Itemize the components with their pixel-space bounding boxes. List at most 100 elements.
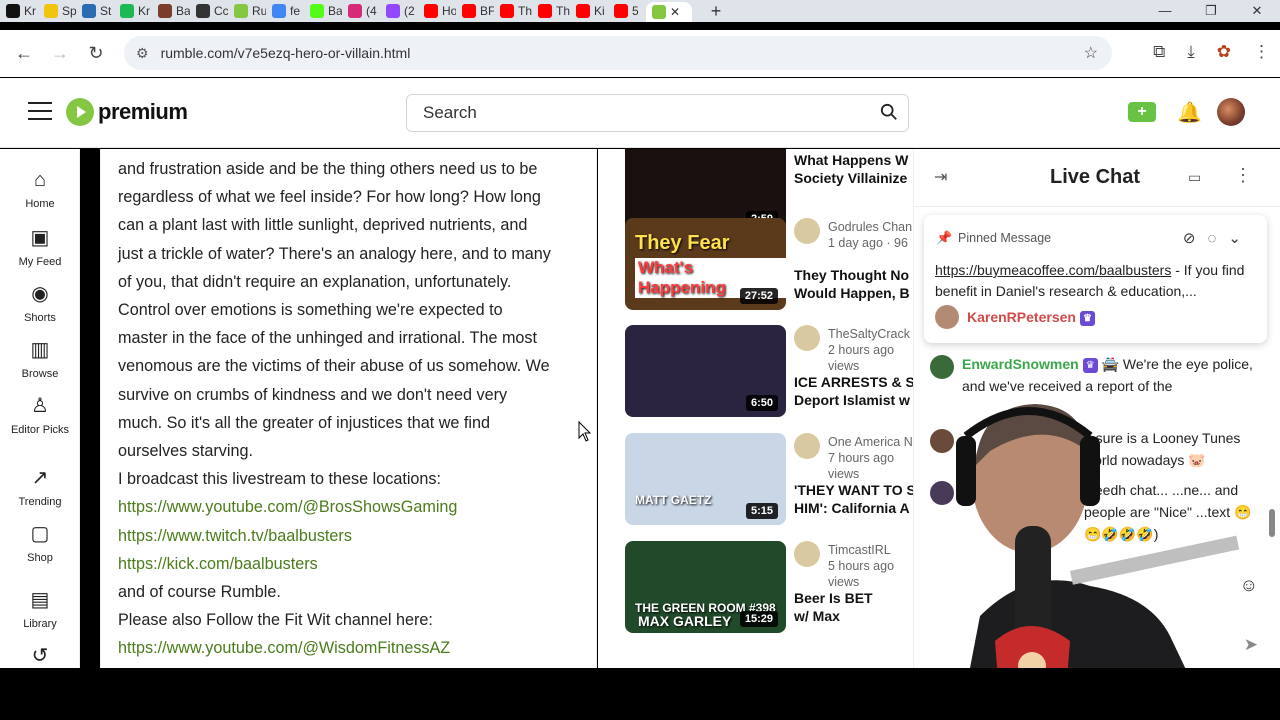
pinned-text: https://buymeacoffee.com/baalbusters - I… — [935, 260, 1255, 302]
new-tab-icon[interactable]: + — [702, 1, 730, 22]
sidebar-item-shop[interactable]: ▢ Shop — [0, 521, 80, 564]
video-thumbnail[interactable]: They Fear What's Happening 27:52 — [625, 218, 786, 310]
browser-tab[interactable]: Kr — [0, 0, 38, 22]
sidebar-item-library[interactable]: ▤ Library — [0, 587, 80, 630]
chat-username[interactable]: EnwardSnowmen — [962, 356, 1079, 372]
video-duration: 5:15 — [745, 503, 778, 519]
site-info-icon[interactable]: ⚙ — [136, 45, 149, 62]
address-bar: ← → ↻ ⚙ rumble.com/v7e5ezq-hero-or-villa… — [0, 30, 1280, 77]
youtube-icon — [538, 4, 552, 18]
google-icon — [272, 4, 286, 18]
extensions-icon[interactable]: ⧉ — [1153, 42, 1165, 62]
sidebar-item-shorts[interactable]: ◉ Shorts — [0, 281, 80, 324]
tab-label: Th — [518, 4, 532, 18]
browser-tab[interactable]: fe — [266, 0, 304, 22]
browser-tab[interactable]: Ho — [418, 0, 456, 22]
video-thumbnail[interactable]: THE GREEN ROOM #398 MAX GARLEY 15:29 — [625, 541, 786, 633]
search-input[interactable]: Search — [406, 94, 909, 132]
restore-icon[interactable]: ❐ — [1188, 0, 1234, 22]
bookmark-star-icon[interactable]: ☆ — [1084, 43, 1098, 63]
menu-dots-icon[interactable]: ⋮ — [1253, 42, 1270, 62]
video-thumbnail[interactable]: 6:50 — [625, 325, 786, 417]
browser-tab[interactable]: Sp — [38, 0, 76, 22]
forward-icon[interactable]: → — [42, 43, 78, 64]
video-title[interactable]: 'THEY WANT TO S HIM': California A — [794, 481, 913, 517]
related-video-card[interactable]: MATT GAETZ 5:15 One America N 7 hours ago… — [625, 433, 913, 525]
channel-name[interactable]: TimcastIRL — [828, 543, 891, 557]
sidebar-item-label: Trending — [18, 496, 62, 508]
minimize-icon[interactable]: — — [1142, 0, 1188, 22]
download-icon[interactable]: ⤓ — [1187, 42, 1195, 62]
library-icon: ▤ — [30, 589, 50, 611]
profile-ext-icon[interactable]: ✿ — [1217, 42, 1231, 62]
channel-name[interactable]: TheSaltyCrack — [828, 327, 910, 341]
browser-tab[interactable]: Cc — [190, 0, 228, 22]
reload-icon[interactable]: ↻ — [78, 43, 114, 64]
related-video-card[interactable]: 6:50 TheSaltyCrack 2 hours ago views ICE… — [625, 325, 913, 417]
sidebar-item-editor-picks[interactable]: ♙ Editor Picks — [0, 393, 80, 436]
video-title[interactable]: What Happens W Society Villainize — [794, 151, 908, 187]
back-icon[interactable]: ← — [6, 43, 42, 64]
hide-icon[interactable]: ◌ — [1208, 230, 1229, 247]
pinned-username[interactable]: KarenRPetersen ♛ — [967, 309, 1095, 326]
sidebar-item-home[interactable]: ⌂ Home — [0, 169, 80, 210]
follow-link[interactable]: https://www.youtube.com/@WisdomFitnessAZ — [118, 639, 450, 657]
description-link[interactable]: https://kick.com/baalbusters — [118, 555, 318, 573]
browser-tab[interactable]: Th — [494, 0, 532, 22]
search-icon[interactable] — [880, 103, 898, 121]
unpin-icon[interactable]: ⊘ — [1183, 230, 1208, 247]
video-title[interactable]: ICE ARRESTS & S Deport Islamist w — [794, 373, 913, 409]
pinned-link[interactable]: https://buymeacoffee.com/baalbusters — [935, 262, 1171, 278]
chat-view-toggle-icon[interactable]: ▭ — [1188, 169, 1201, 186]
description-link-line: https://www.youtube.com/@BrosShowsGaming — [118, 493, 588, 521]
description-link[interactable]: https://www.twitch.tv/baalbusters — [118, 527, 352, 545]
browser-tab[interactable]: Kr — [114, 0, 152, 22]
related-video-card[interactable]: THE GREEN ROOM #398 MAX GARLEY 15:29 Timca… — [625, 541, 913, 633]
channel-avatar[interactable] — [794, 218, 820, 244]
browser-tab[interactable]: (2 — [380, 0, 418, 22]
chat-scrollbar[interactable] — [1268, 209, 1276, 549]
video-title[interactable]: Beer Is BET w/ Max — [794, 589, 873, 625]
user-avatar[interactable] — [1217, 98, 1245, 126]
browser-tab[interactable]: St — [76, 0, 114, 22]
browser-tab[interactable]: 5 — [608, 0, 646, 22]
notifications-bell-icon[interactable]: 🔔 — [1177, 100, 1202, 125]
channel-name[interactable]: Godrules Chan — [828, 220, 912, 234]
browser-tab[interactable]: BF — [456, 0, 494, 22]
sidebar-item-trending[interactable]: ↗ Trending — [0, 465, 80, 508]
rumble-icon — [234, 4, 248, 18]
sidebar-item-browse[interactable]: ▥ Browse — [0, 337, 80, 380]
rumble-logo[interactable]: premium — [66, 98, 188, 126]
channel-avatar[interactable] — [794, 541, 820, 567]
sidebar-item-my-feed[interactable]: ▣ My Feed — [0, 225, 80, 268]
emoji-icon[interactable]: ☺ — [1240, 575, 1258, 596]
channel-avatar[interactable] — [794, 433, 820, 459]
hamburger-menu-icon[interactable] — [28, 102, 52, 122]
browser-tab[interactable]: Ru — [228, 0, 266, 22]
browser-tab[interactable]: (4 — [342, 0, 380, 22]
browser-tab[interactable]: Th — [532, 0, 570, 22]
browser-tab[interactable]: Ba — [152, 0, 190, 22]
url-bar[interactable]: ⚙ rumble.com/v7e5ezq-hero-or-villain.htm… — [124, 36, 1112, 70]
thumb-caption: MATT GAETZ — [635, 493, 712, 507]
video-thumbnail[interactable]: MATT GAETZ 5:15 — [625, 433, 786, 525]
sidebar-item-label: Home — [25, 198, 55, 210]
related-video-card[interactable]: They Fear What's Happening 27:52 Godrules … — [625, 218, 913, 310]
sidebar-item-label: Editor Picks — [10, 424, 70, 436]
browser-tab[interactable]: Ba — [304, 0, 342, 22]
browser-tab-active[interactable]: ✕ — [646, 2, 692, 22]
chat-more-icon[interactable]: ⋮ — [1234, 165, 1252, 186]
go-live-camera-icon[interactable]: + — [1128, 102, 1156, 122]
video-title-line: Beer Is BET — [794, 590, 873, 606]
collapse-chat-icon[interactable]: ⇥ — [934, 167, 947, 187]
description-link[interactable]: https://www.youtube.com/@BrosShowsGaming — [118, 498, 457, 516]
live-chat-title: Live Chat — [1050, 166, 1141, 188]
close-window-icon[interactable]: ✕ — [1234, 0, 1280, 22]
chevron-down-icon[interactable]: ⌄ — [1228, 230, 1253, 247]
video-title[interactable]: They Thought No Would Happen, B — [794, 266, 910, 302]
channel-name[interactable]: One America N — [828, 435, 913, 449]
browser-tab[interactable]: Ki — [570, 0, 608, 22]
close-tab-icon[interactable]: ✕ — [670, 5, 680, 19]
send-icon[interactable]: ➤ — [1244, 635, 1258, 655]
channel-avatar[interactable] — [794, 325, 820, 351]
